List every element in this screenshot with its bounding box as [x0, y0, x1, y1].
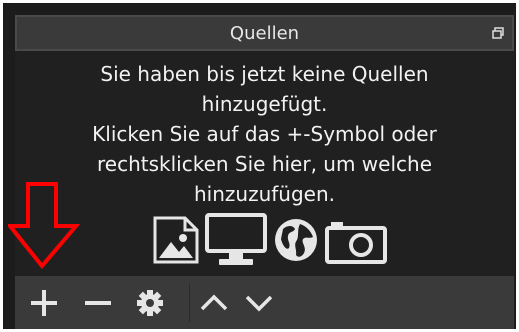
chevron-up-icon[interactable] — [199, 288, 229, 318]
message-line-2: hinzugefügt. — [201, 92, 328, 116]
message-line-5: hinzuzufügen. — [193, 182, 335, 206]
sources-dock-frame: Quellen Sie haben bis jetzt keine Quelle… — [3, 3, 516, 329]
undock-icon[interactable] — [492, 27, 504, 39]
sources-toolbar — [15, 276, 514, 329]
toolbar-separator — [189, 284, 190, 322]
message-line-1: Sie haben bis jetzt keine Quellen — [100, 62, 429, 86]
camera-icon — [325, 222, 387, 264]
monitor-icon — [205, 213, 267, 265]
dock-title: Quellen — [229, 23, 300, 44]
dock-titlebar[interactable]: Quellen — [15, 15, 514, 51]
message-line-3: Klicken Sie auf das +-Symbol oder — [92, 122, 437, 146]
sources-dock: Quellen Sie haben bis jetzt keine Quelle… — [15, 15, 514, 329]
source-type-icons — [153, 210, 387, 270]
gear-icon[interactable] — [135, 288, 165, 318]
chevron-down-icon[interactable] — [244, 288, 274, 318]
plus-icon[interactable] — [29, 288, 59, 318]
image-icon — [153, 216, 199, 264]
empty-sources-message[interactable]: Sie haben bis jetzt keine Quellen hinzug… — [35, 59, 494, 209]
message-line-4: rechtsklicken Sie hier, um welche — [96, 152, 433, 176]
globe-icon — [275, 219, 317, 261]
minus-icon[interactable] — [83, 288, 113, 318]
red-down-arrow-icon — [8, 182, 80, 270]
